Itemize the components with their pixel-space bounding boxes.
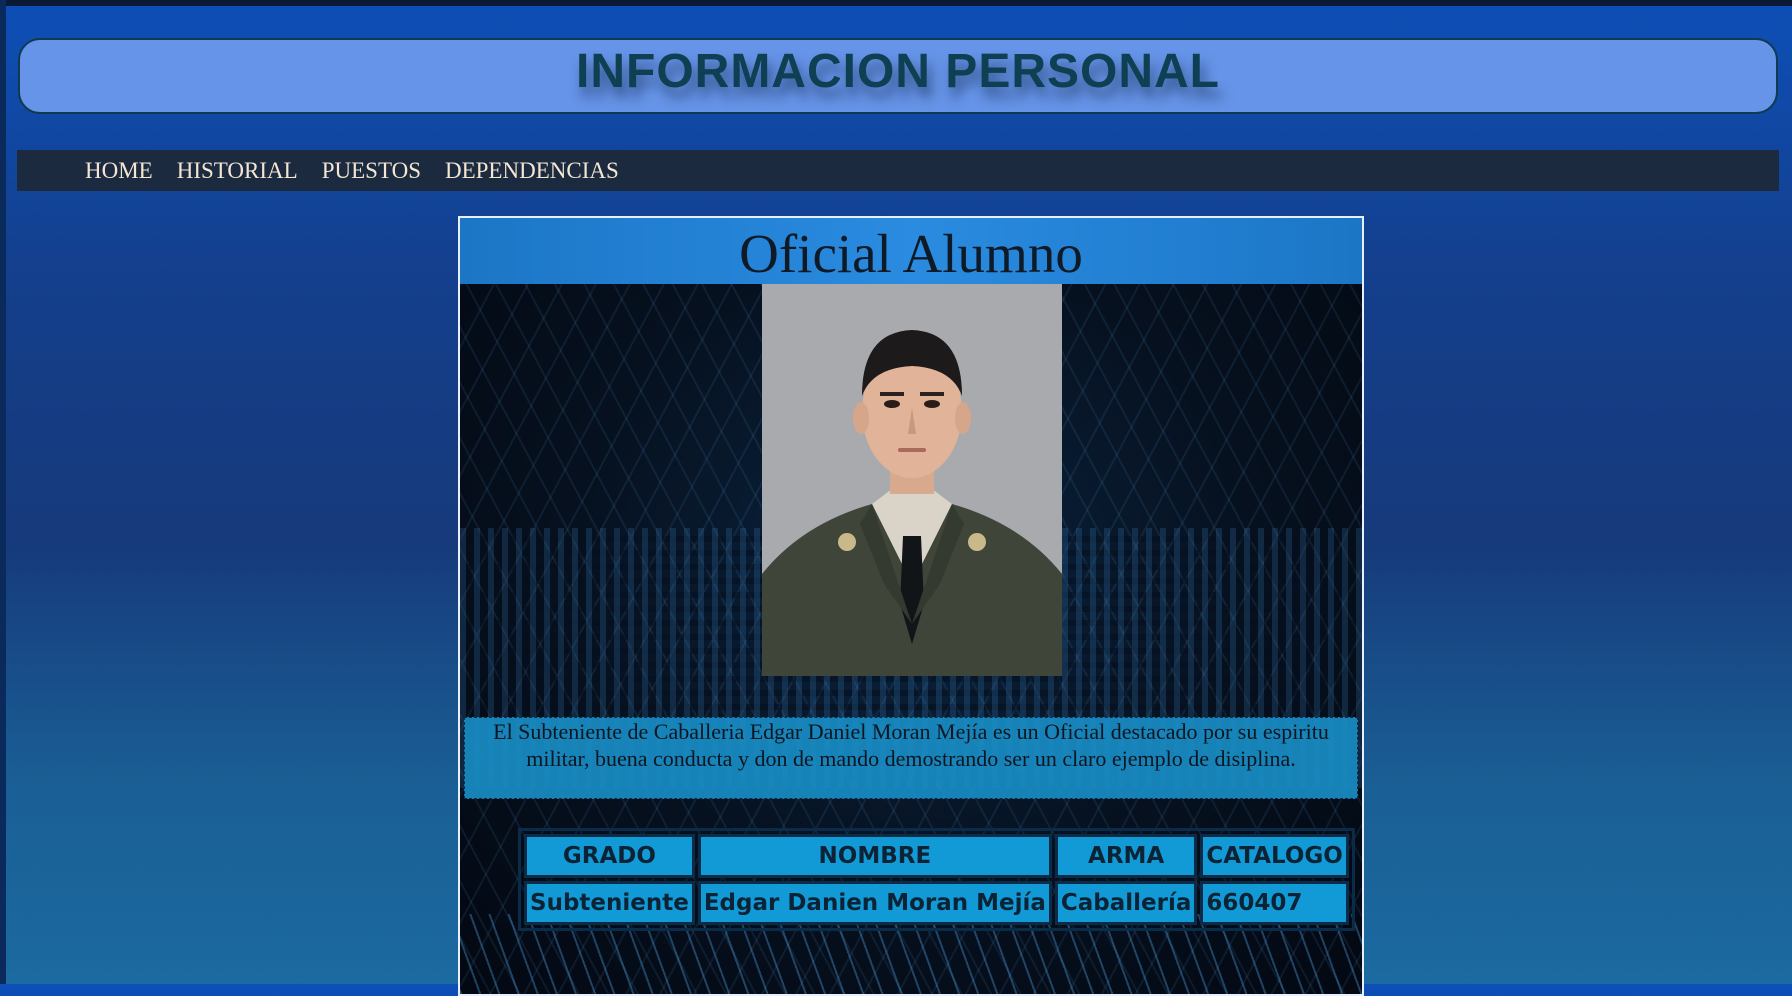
nav-link-dependencias[interactable]: DEPENDENCIAS	[445, 158, 619, 184]
cell-catalogo: 660407	[1200, 881, 1349, 925]
cell-arma: Caballería	[1054, 881, 1198, 925]
main-navbar: HOME HISTORIAL PUESTOS DEPENDENCIAS	[17, 150, 1779, 191]
page-title: INFORMACION PERSONAL	[576, 45, 1220, 98]
cell-grado: Subteniente	[524, 881, 695, 925]
card-title-bar: Oficial Alumno	[460, 218, 1362, 284]
profile-card: Oficial Alumno El Subteniente de Caballe…	[458, 216, 1364, 996]
officer-description: El Subteniente de Caballeria Edgar Danie…	[464, 717, 1358, 799]
nav-link-home[interactable]: HOME	[85, 158, 153, 184]
officer-photo	[762, 284, 1062, 676]
window-top-edge	[0, 0, 1792, 6]
officer-portrait-image	[762, 284, 1062, 676]
officer-info-table: GRADO NOMBRE ARMA CATALOGO Subteniente E…	[518, 828, 1355, 931]
page-header: INFORMACION PERSONAL	[18, 38, 1778, 114]
nav-link-puestos[interactable]: PUESTOS	[322, 158, 421, 184]
nav-link-historial[interactable]: HISTORIAL	[177, 158, 298, 184]
window-left-edge	[0, 0, 6, 984]
cell-nombre: Edgar Danien Moran Mejía	[697, 881, 1052, 925]
table-row: Subteniente Edgar Danien Moran Mejía Cab…	[524, 881, 1349, 925]
column-header-nombre: NOMBRE	[697, 834, 1052, 878]
column-header-arma: ARMA	[1054, 834, 1198, 878]
table-header-row: GRADO NOMBRE ARMA CATALOGO	[524, 834, 1349, 878]
card-title: Oficial Alumno	[739, 223, 1083, 284]
column-header-grado: GRADO	[524, 834, 695, 878]
column-header-catalogo: CATALOGO	[1200, 834, 1349, 878]
